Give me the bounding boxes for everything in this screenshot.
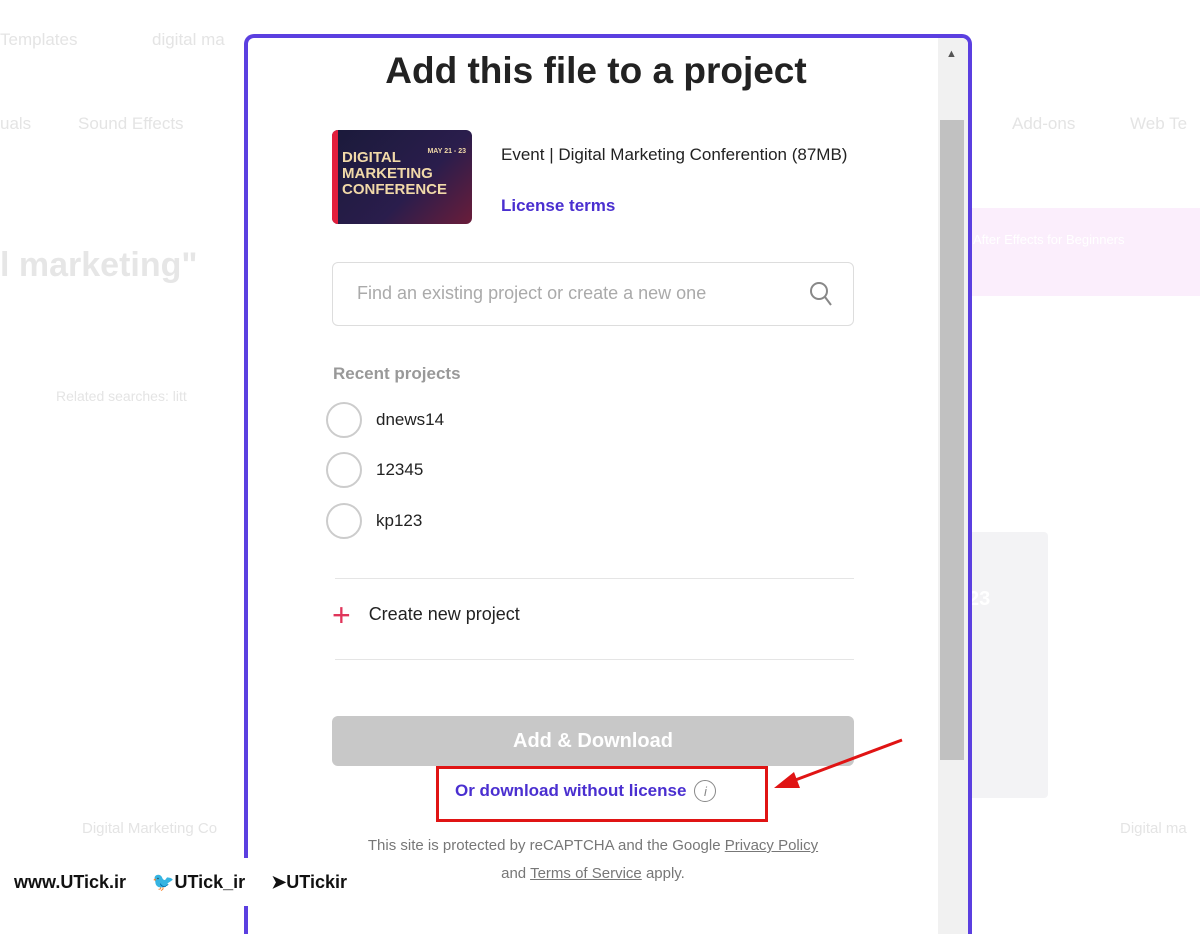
bg-related: Related searches: litt [56, 388, 187, 404]
radio-button[interactable] [326, 402, 362, 438]
divider [335, 578, 854, 579]
info-icon[interactable]: i [694, 780, 717, 802]
radio-button[interactable] [326, 452, 362, 488]
bg-nav-search: digital ma [152, 30, 225, 49]
terms-of-service-link[interactable]: Terms of Service [530, 865, 642, 882]
twitter-bird-icon: 🐦 [152, 871, 175, 892]
bg-promo-banner: After Effects for Beginners [965, 208, 1200, 296]
scroll-up-arrow-icon[interactable]: ▲ [946, 48, 957, 60]
license-terms-link[interactable]: License terms [501, 196, 615, 216]
project-name: dnews14 [376, 410, 445, 429]
privacy-policy-link[interactable]: Privacy Policy [725, 837, 818, 854]
project-option[interactable]: 12345 [326, 452, 423, 488]
modal-scrollbar[interactable]: ▲ [938, 38, 968, 934]
legal-text: and [501, 865, 527, 882]
project-name: kp123 [376, 511, 423, 530]
legal-text: This site is protected by reCAPTCHA and … [367, 837, 721, 854]
project-search[interactable] [332, 262, 854, 326]
recaptcha-notice: This site is protected by reCAPTCHA and … [332, 832, 854, 888]
add-to-project-modal: ▲ Add this file to a project MAY 21 - 23… [244, 34, 972, 934]
watermark-twitter: 🐦UTick_ir [152, 872, 245, 893]
watermark-telegram: ➤UTickir [271, 872, 347, 893]
create-label: Create new project [368, 604, 520, 624]
divider [335, 659, 854, 660]
scrollbar-thumb[interactable] [940, 120, 964, 760]
file-title: Event | Digital Marketing Conferention (… [501, 145, 848, 164]
thumbnail-text: DIGITAL MARKETING CONFERENCE [342, 149, 448, 198]
project-option[interactable]: dnews14 [326, 402, 444, 438]
radio-button[interactable] [326, 503, 362, 539]
bg-card: 23 [962, 532, 1048, 798]
watermark-telegram-text: UTickir [286, 871, 347, 892]
project-name: 12345 [376, 460, 424, 479]
project-search-input[interactable] [357, 283, 777, 304]
download-without-license-link[interactable]: Or download without license i [455, 780, 717, 802]
bg-card-title-right: Digital ma [1120, 820, 1187, 837]
recent-projects-label: Recent projects [333, 364, 461, 383]
watermark-site: www.UTick.ir [14, 871, 127, 892]
bg-nav-addons: Add-ons [1012, 114, 1076, 133]
search-icon[interactable] [809, 281, 833, 307]
create-new-project-button[interactable]: + Create new project [332, 596, 520, 633]
modal-title: Add this file to a project [385, 50, 807, 91]
file-thumbnail: MAY 21 - 23 DIGITAL MARKETING CONFERENCE [332, 130, 472, 224]
watermark: www.UTick.ir 🐦UTick_ir ➤UTickir [0, 858, 400, 906]
bg-nav-item: uals [0, 114, 32, 133]
bg-card-title: Digital Marketing Co [82, 820, 218, 837]
plus-icon: + [332, 596, 351, 633]
legal-text: apply. [645, 865, 685, 882]
red-arrow-icon [774, 738, 903, 788]
bg-promo-text: After Effects for Beginners [973, 232, 1125, 247]
download-without-license-text: Or download without license [455, 781, 687, 800]
project-option[interactable]: kp123 [326, 503, 422, 539]
bg-heading: l marketing" [0, 246, 198, 284]
bg-nav-templates: Templates [0, 30, 78, 49]
bg-nav-web: Web Te [1130, 114, 1188, 133]
watermark-twitter-text: UTick_ir [174, 871, 246, 892]
bg-nav-sound-effects: Sound Effects [78, 114, 184, 133]
telegram-icon: ➤ [271, 871, 287, 892]
